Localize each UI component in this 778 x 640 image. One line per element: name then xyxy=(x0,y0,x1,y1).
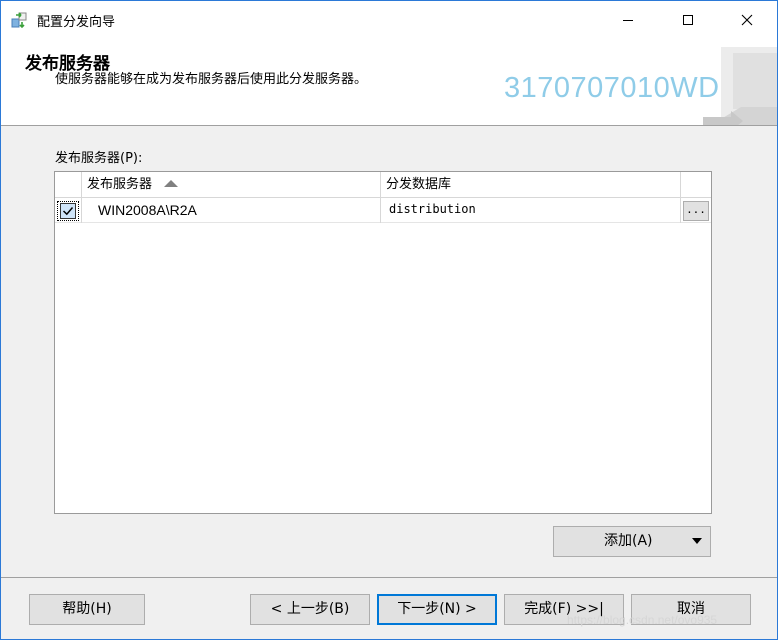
maximize-button[interactable] xyxy=(665,1,711,39)
distribution-database-cell[interactable]: distribution xyxy=(381,198,681,223)
browse-database-button[interactable]: ... xyxy=(683,201,709,221)
help-button[interactable]: 帮助(H) xyxy=(29,594,145,625)
minimize-button[interactable] xyxy=(605,1,651,39)
sort-ascending-icon xyxy=(164,180,179,187)
footer-divider xyxy=(1,577,777,578)
page-subtitle: 使服务器能够在成为发布服务器后使用此分发服务器。 xyxy=(55,72,368,87)
title-bar: 配置分发向导 xyxy=(1,1,777,39)
column-header-database-label: 分发数据库 xyxy=(386,177,452,192)
next-button[interactable]: 下一步(N) > xyxy=(377,594,497,625)
dropdown-arrow-icon[interactable] xyxy=(692,538,702,544)
column-header-select xyxy=(55,172,82,198)
table-row[interactable]: WIN2008A\R2A distribution ... xyxy=(55,198,711,223)
publishers-label: 发布服务器(P): xyxy=(55,151,143,166)
window-title: 配置分发向导 xyxy=(37,15,116,30)
row-select-cell xyxy=(55,198,82,223)
column-header-browse xyxy=(681,172,711,198)
grid-header: 发布服务器 分发数据库 xyxy=(55,172,711,198)
blog-watermark: https://blog.csdn.net/ovo935 xyxy=(567,613,718,627)
minimize-icon xyxy=(622,14,634,26)
checkmark-icon xyxy=(62,207,74,216)
wizard-app-icon xyxy=(11,11,29,29)
close-icon xyxy=(741,14,753,26)
column-header-publisher[interactable]: 发布服务器 xyxy=(82,172,381,198)
publishers-grid: 发布服务器 分发数据库 WIN2008A\R2A distribution ..… xyxy=(54,171,712,514)
wizard-window: 配置分发向导 发布服务器 使服务器能够在成为发布服务器后使用此分发服务器。 31… xyxy=(0,0,778,640)
back-button[interactable]: < 上一步(B) xyxy=(250,594,370,625)
add-button-label: 添加(A) xyxy=(604,533,653,549)
wizard-header-graphic-icon xyxy=(701,47,777,131)
column-header-publisher-label: 发布服务器 xyxy=(87,177,153,192)
publisher-checkbox[interactable] xyxy=(60,203,76,219)
maximize-icon xyxy=(682,14,694,26)
wizard-header: 发布服务器 使服务器能够在成为发布服务器后使用此分发服务器。 317070701… xyxy=(1,39,777,131)
close-button[interactable] xyxy=(724,1,770,39)
publisher-server-cell: WIN2008A\R2A xyxy=(82,198,381,223)
column-header-database[interactable]: 分发数据库 xyxy=(381,172,681,198)
add-publisher-button[interactable]: 添加(A) xyxy=(553,526,711,557)
